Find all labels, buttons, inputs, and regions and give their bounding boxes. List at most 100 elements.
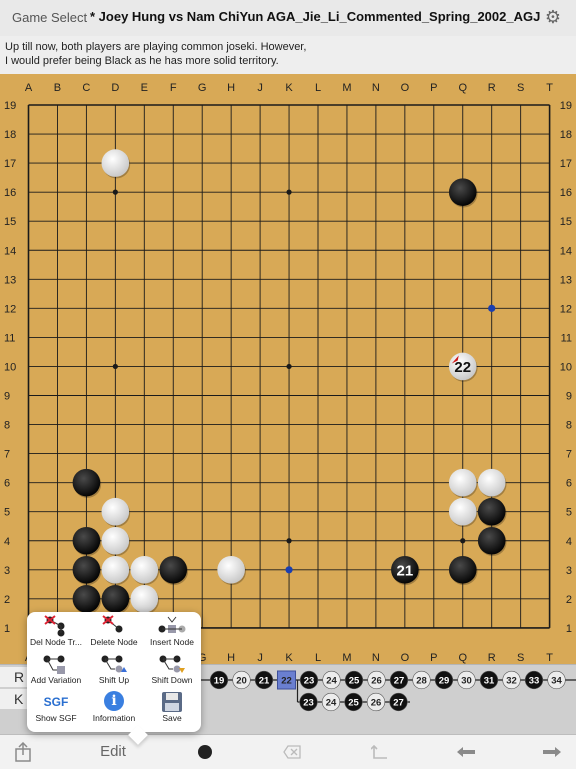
svg-text:25: 25 bbox=[348, 698, 359, 709]
tree-node[interactable]: 30 bbox=[457, 670, 476, 690]
tree-node[interactable]: 20 bbox=[232, 670, 251, 690]
tree-node[interactable]: 23 bbox=[299, 670, 319, 690]
menu-add-variation[interactable]: Add Variation bbox=[27, 652, 85, 692]
tree-node[interactable]: 21 bbox=[254, 670, 274, 690]
comment-line-2: I would prefer being Black as he has mor… bbox=[5, 55, 279, 67]
black-stone bbox=[72, 585, 102, 615]
tree-node[interactable]: 33 bbox=[524, 670, 544, 690]
menu-shift-down[interactable]: Shift Down bbox=[143, 652, 201, 692]
tree-node[interactable]: 23 bbox=[299, 692, 318, 712]
row-label: 17 bbox=[4, 158, 16, 170]
col-label: B bbox=[54, 82, 61, 94]
white-stone: 22 bbox=[448, 352, 478, 382]
title-bar: Game Select * Joey Hung vs Nam ChiYun AG… bbox=[0, 0, 576, 37]
tree-node[interactable]: 19 bbox=[209, 670, 229, 690]
white-stone bbox=[101, 497, 131, 527]
insert-node-icon bbox=[143, 615, 201, 637]
menu-show-sgf[interactable]: SGF Show SGF bbox=[27, 690, 85, 730]
star-point bbox=[286, 538, 292, 544]
col-label: K bbox=[285, 82, 293, 94]
tree-node[interactable]: 24 bbox=[322, 670, 341, 690]
col-label: O bbox=[401, 82, 410, 94]
col-label: H bbox=[227, 82, 235, 94]
clear-icon[interactable] bbox=[280, 735, 304, 769]
board-canvas[interactable]: AABBCCDDEEFFGGHHJJKKLLMMNNOOPPQQRRSSTT19… bbox=[0, 74, 576, 664]
menu-information[interactable]: i Information bbox=[85, 690, 143, 730]
row-label: 19 bbox=[560, 100, 572, 112]
pass-icon[interactable] bbox=[368, 735, 392, 769]
col-label: H bbox=[227, 652, 235, 664]
col-label: Q bbox=[458, 652, 467, 664]
svg-text:26: 26 bbox=[371, 698, 382, 709]
row-label: 6 bbox=[566, 478, 572, 490]
row-label: 3 bbox=[566, 565, 572, 577]
menu-del-node-tree[interactable]: Del Node Tr... bbox=[27, 614, 85, 654]
shift-up-icon bbox=[85, 653, 143, 675]
col-label: T bbox=[546, 82, 553, 94]
col-label: M bbox=[342, 82, 351, 94]
edit-button[interactable]: Edit bbox=[92, 735, 134, 769]
col-label: R bbox=[488, 652, 496, 664]
col-label: F bbox=[170, 82, 177, 94]
white-stone bbox=[477, 468, 507, 498]
row-label: 8 bbox=[4, 420, 10, 432]
white-stone bbox=[217, 556, 246, 586]
go-board[interactable]: AABBCCDDEEFFGGHHJJKKLLMMNNOOPPQQRRSSTT19… bbox=[0, 74, 576, 664]
col-label: G bbox=[198, 82, 207, 94]
gear-icon[interactable]: ⚙ bbox=[543, 7, 563, 27]
svg-text:33: 33 bbox=[529, 676, 540, 687]
row-label: 14 bbox=[560, 245, 572, 257]
tree-node[interactable]: 29 bbox=[434, 670, 454, 690]
menu-insert-node[interactable]: Insert Node bbox=[143, 614, 201, 654]
row-label: 9 bbox=[566, 391, 572, 403]
menu-shift-up[interactable]: Shift Up bbox=[85, 652, 143, 692]
white-stone bbox=[130, 585, 160, 615]
tree-node[interactable]: 26 bbox=[366, 692, 386, 712]
row-label: 7 bbox=[566, 449, 572, 461]
col-label: L bbox=[315, 82, 321, 94]
bottom-toolbar: Edit bbox=[0, 734, 576, 769]
row-label: 11 bbox=[561, 332, 572, 344]
tree-node[interactable]: 27 bbox=[389, 670, 409, 690]
menu-delete-node-label: Delete Node bbox=[90, 637, 138, 647]
col-label: N bbox=[372, 652, 380, 664]
col-label: P bbox=[430, 82, 437, 94]
game-title: * Joey Hung vs Nam ChiYun AGA_Jie_Li_Com… bbox=[90, 9, 541, 24]
black-stone bbox=[448, 178, 478, 208]
row-label: 19 bbox=[4, 100, 16, 112]
row-label: 4 bbox=[566, 536, 572, 548]
comment-panel: Up till now, both players are playing co… bbox=[0, 36, 576, 75]
tree-node[interactable]: 26 bbox=[367, 670, 386, 690]
black-stone bbox=[72, 468, 102, 498]
tree-node[interactable]: 25 bbox=[344, 670, 364, 690]
svg-text:23: 23 bbox=[304, 676, 315, 687]
stone-icon[interactable] bbox=[194, 735, 216, 769]
row-label: 16 bbox=[560, 187, 572, 199]
share-icon[interactable] bbox=[10, 735, 36, 769]
col-label: O bbox=[401, 652, 410, 664]
arrow-left-icon[interactable] bbox=[454, 735, 478, 769]
tree-node[interactable]: 31 bbox=[479, 670, 499, 690]
menu-save[interactable]: Save bbox=[143, 690, 201, 730]
tree-node[interactable]: 32 bbox=[502, 670, 521, 690]
col-label: D bbox=[111, 82, 119, 94]
game-select-button[interactable]: Game Select bbox=[12, 10, 87, 25]
col-label: L bbox=[315, 652, 321, 664]
arrow-right-icon[interactable] bbox=[540, 735, 564, 769]
col-label: K bbox=[285, 652, 293, 664]
row-label: 11 bbox=[4, 332, 15, 344]
row-label: 5 bbox=[4, 507, 10, 519]
tree-node[interactable]: 24 bbox=[321, 692, 341, 712]
menu-show-sgf-label: Show SGF bbox=[35, 713, 77, 723]
svg-text:20: 20 bbox=[236, 676, 247, 687]
menu-delete-node[interactable]: Delete Node bbox=[85, 614, 143, 654]
tree-node[interactable]: 28 bbox=[412, 670, 431, 690]
row-label: 1 bbox=[566, 623, 572, 635]
row-label: 10 bbox=[4, 361, 16, 373]
tree-node[interactable]: 25 bbox=[344, 692, 363, 712]
row-label: 8 bbox=[566, 420, 572, 432]
tree-node[interactable]: 22 bbox=[277, 670, 296, 690]
tree-node[interactable]: 27 bbox=[389, 692, 408, 712]
menu-del-node-tree-label: Del Node Tr... bbox=[30, 637, 82, 647]
tree-node[interactable]: 34 bbox=[547, 670, 566, 690]
